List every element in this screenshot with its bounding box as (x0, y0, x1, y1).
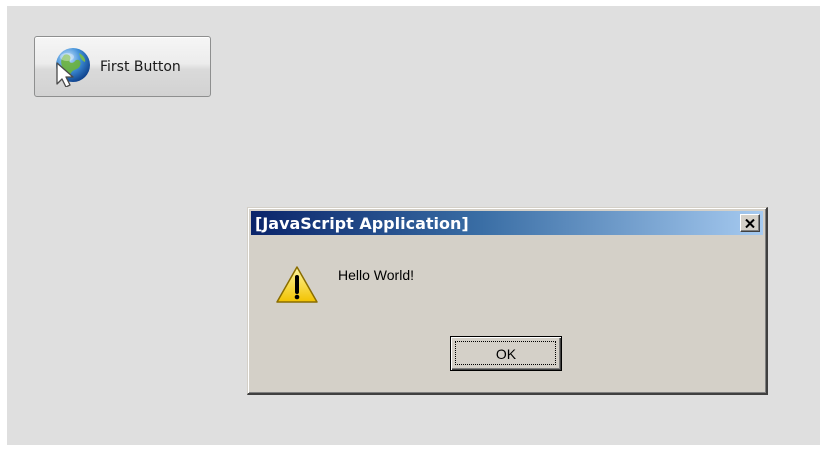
warning-icon (276, 266, 318, 303)
first-button-label: First Button (100, 58, 181, 75)
dialog-title-bar[interactable]: [JavaScript Application] (251, 211, 763, 235)
alert-dialog: [JavaScript Application] Hello World! OK (247, 207, 768, 395)
globe-cursor-icon (56, 47, 90, 87)
dialog-message: Hello World! (338, 267, 414, 283)
ok-button[interactable]: OK (450, 336, 562, 371)
dialog-title: [JavaScript Application] (255, 213, 469, 233)
ok-button-label: OK (495, 345, 517, 362)
close-icon (745, 218, 755, 228)
close-button[interactable] (740, 214, 760, 232)
first-button[interactable]: First Button (34, 36, 211, 97)
app-canvas: First Button [JavaScript Application] He… (7, 6, 820, 445)
